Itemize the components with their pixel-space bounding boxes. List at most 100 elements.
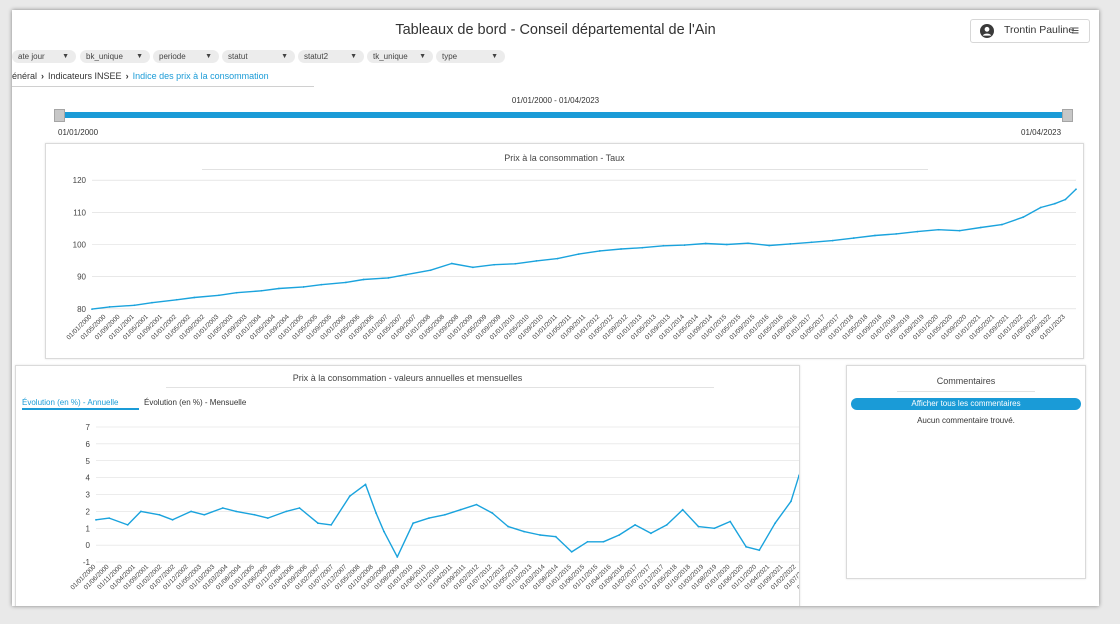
data-point (1053, 202, 1056, 205)
data-point (729, 520, 732, 523)
y-tick-label: 6 (86, 440, 91, 449)
tab-monthly[interactable]: Évolution (en %) - Mensuelle (144, 398, 246, 407)
data-point (140, 510, 142, 513)
chart-title: Prix à la consommation - valeurs annuell… (292, 373, 523, 383)
data-point (598, 250, 601, 252)
title-divider (166, 387, 714, 388)
data-point (260, 289, 263, 292)
data-point (713, 527, 716, 530)
y-tick-label: 3 (86, 491, 91, 500)
data-point (650, 532, 652, 535)
filter-label: periode (159, 52, 186, 61)
slider-handle-start[interactable] (54, 109, 65, 122)
data-point (577, 253, 580, 256)
data-point (298, 507, 301, 509)
data-point (450, 262, 453, 265)
date-range-slider[interactable] (62, 112, 1064, 118)
data-point (683, 244, 686, 247)
filter-periode[interactable]: periode ▼ (153, 50, 219, 63)
data-point (586, 540, 589, 543)
data-point (1064, 198, 1067, 201)
data-point (193, 296, 196, 299)
data-point (704, 242, 707, 245)
data-point (895, 232, 898, 235)
data-point (789, 242, 792, 245)
filter-bk-unique[interactable]: bk_unique ▼ (80, 50, 150, 63)
filter-label: tk_unique (373, 52, 408, 61)
breadcrumb: énéral › Indicateurs INSEE › Indice des prix… (12, 71, 269, 81)
data-point (554, 535, 557, 538)
data-point (618, 534, 621, 536)
y-tick-label: 7 (86, 423, 91, 432)
data-point (535, 259, 538, 262)
filter-date-jour[interactable]: ate jour ▼ (12, 50, 76, 63)
hamburger-menu-icon[interactable]: ≡ (1071, 22, 1079, 38)
data-point (221, 507, 224, 509)
data-point (662, 244, 665, 247)
filter-statut[interactable]: statut ▼ (222, 50, 295, 63)
chart-title: Prix à la consommation - Taux (504, 153, 625, 163)
data-point (620, 248, 622, 250)
show-all-comments-button[interactable]: Afficher tous les commentaires (851, 398, 1081, 410)
data-point (697, 525, 700, 528)
data-point (507, 525, 510, 528)
chevron-down-icon: ▼ (62, 53, 69, 60)
tab-annual[interactable]: Évolution (en %) - Annuelle (22, 398, 119, 407)
data-point (126, 523, 129, 526)
breadcrumb-divider (12, 86, 314, 87)
filter-tk-unique[interactable]: tk_unique ▼ (367, 50, 433, 63)
evolution-line-chart: -10123456701/01/200001/06/200001/11/2000… (69, 423, 799, 591)
user-avatar-icon (980, 24, 994, 38)
breadcrumb-item-insee[interactable]: Indicateurs INSEE (48, 71, 122, 81)
chevron-down-icon: ▼ (136, 53, 143, 60)
chevron-down-icon: ▼ (491, 53, 498, 60)
page-title: Tableaux de bord - Conseil départemental… (395, 22, 716, 38)
user-name: Trontin Pauline (1004, 24, 1075, 36)
data-point (443, 513, 446, 516)
cpi-line-chart: 809010011012001/01/200001/05/200001/09/2… (65, 176, 1077, 341)
data-point (190, 510, 193, 513)
data-point (278, 287, 280, 290)
data-point (387, 277, 390, 279)
data-point (979, 226, 982, 229)
y-tick-label: 110 (73, 208, 86, 217)
slider-handle-end[interactable] (1062, 109, 1073, 122)
data-point (266, 517, 269, 520)
y-tick-label: 100 (73, 241, 87, 250)
filter-label: bk_unique (86, 52, 123, 61)
filter-type[interactable]: type ▼ (436, 50, 505, 63)
data-point (320, 283, 323, 286)
data-point (108, 305, 111, 308)
slider-start-label: 01/01/2000 (58, 128, 99, 137)
user-menu[interactable]: Trontin Pauline ≡ (970, 19, 1090, 43)
breadcrumb-current: Indice des prix à la consommation (132, 71, 269, 81)
no-comments-text: Aucun commentaire trouvé. (917, 416, 1015, 425)
title-divider (897, 391, 1035, 392)
data-point (774, 522, 777, 525)
data-point (523, 530, 526, 533)
y-tick-label: 90 (77, 273, 86, 282)
data-point (235, 510, 237, 513)
data-point (475, 503, 478, 506)
data-point (514, 262, 517, 265)
data-point (429, 269, 432, 272)
breadcrumb-item-general[interactable]: énéral (12, 71, 37, 81)
data-point (1039, 206, 1042, 209)
data-point (108, 517, 111, 520)
data-point (916, 230, 919, 233)
data-point (203, 513, 206, 516)
data-point (375, 512, 378, 514)
y-tick-label: 80 (77, 305, 86, 314)
data-point (725, 243, 728, 246)
y-tick-label: 120 (73, 176, 87, 185)
data-point (428, 517, 430, 520)
data-point (175, 298, 178, 301)
filter-statut2[interactable]: statut2 ▼ (298, 50, 364, 63)
data-point (158, 513, 161, 516)
data-point (235, 291, 238, 294)
data-point (171, 518, 174, 521)
chevron-down-icon: ▼ (419, 53, 426, 60)
data-point (91, 308, 93, 311)
y-tick-label: 2 (86, 507, 91, 516)
data-point (831, 239, 834, 242)
